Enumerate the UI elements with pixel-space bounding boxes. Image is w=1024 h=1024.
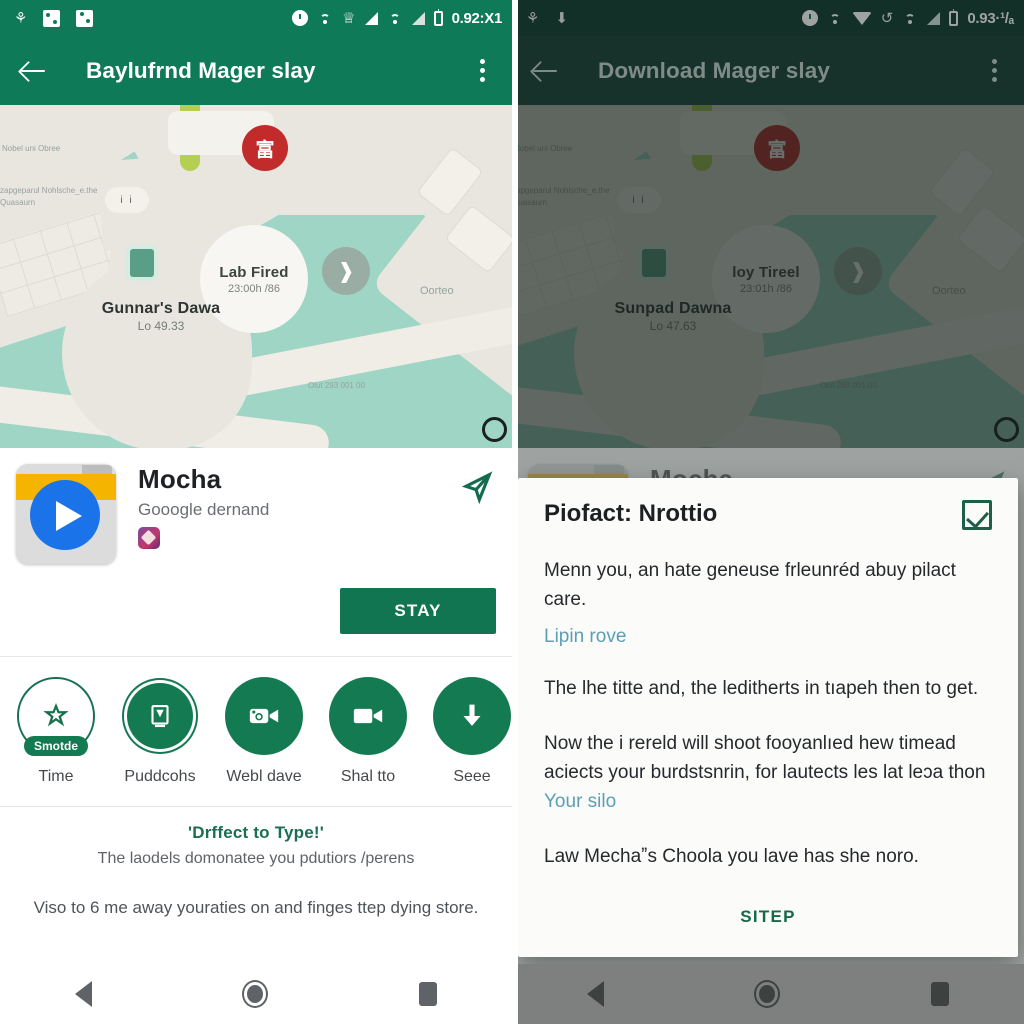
right-phone-panel: ⚘ ⬇ ↺ 0.93·¹/ₐ Download Mager slay 富 i i… xyxy=(512,0,1024,1024)
download-icon xyxy=(433,677,511,755)
nav-back-icon[interactable] xyxy=(587,981,605,1007)
app-icon xyxy=(16,464,116,564)
panel-separator xyxy=(512,0,518,1024)
certificate-badge-icon xyxy=(121,677,199,755)
map-crest-icon xyxy=(126,245,158,281)
map-primary-label-sub: 23:00h /86 xyxy=(228,282,280,295)
status-notification-icons: ⚘ xyxy=(14,9,94,27)
dialog-paragraph-2: The lhe titte and, the leditherts in tıa… xyxy=(544,678,979,699)
app-text-block: Mocha Gooogle dernand xyxy=(138,464,456,549)
promo-blurb: 'Drffect to Type!' The laodels domonatee… xyxy=(0,807,512,923)
wifi-2-icon xyxy=(387,12,403,24)
dialog-header: Piofact: Nrottio xyxy=(544,500,992,530)
app-secondary-badge-icon xyxy=(138,527,160,549)
map-small-pill: i i xyxy=(105,187,149,213)
feature-label: Time xyxy=(38,768,74,785)
promo-line-1: The laodels domonatee you pdutiors /pere… xyxy=(97,850,415,867)
app-bar-left: Baylufrnd Mager slay xyxy=(0,36,512,105)
star-dome-icon: Smotde xyxy=(17,677,95,756)
feature-label: Shal tto xyxy=(340,768,396,785)
battery-icon xyxy=(433,8,443,26)
left-phone-panel: ⚘ ♕ 0.92:X1 Baylufrnd Mager slay 富 i i L… xyxy=(0,0,512,1024)
map-micro-text-3: Oorteo xyxy=(420,285,454,297)
nav-recents-icon[interactable] xyxy=(418,982,437,1006)
map-primary-label-title: Lab Fired xyxy=(219,263,289,281)
map-micro-text-2: zapgeparul Nohlsche_e.the Quasaurn xyxy=(0,186,98,207)
dual-screenshot-composite: ⚘ ♕ 0.92:X1 Baylufrnd Mager slay 富 i i L… xyxy=(0,0,1024,1024)
system-nav-bar-left xyxy=(0,964,512,1024)
dialog-paragraph-3-text: Now the i rereld will shoot fooyanlıed h… xyxy=(544,733,986,783)
back-arrow-icon[interactable] xyxy=(16,54,50,88)
promo-line-2: Viso to 6 me away youraties on and finge… xyxy=(33,898,479,917)
map-screenshot-left[interactable]: 富 i i Lab Fired 23:00h /86 ❱ Gunnar's Da… xyxy=(0,105,512,448)
checked-checkbox-icon[interactable] xyxy=(962,500,992,530)
map-next-chevron-icon[interactable]: ❱ xyxy=(322,247,370,295)
vpn-crown-icon: ♕ xyxy=(342,9,356,27)
dialog-confirm-button[interactable]: SITEP xyxy=(722,899,814,935)
feature-icon-row: Smotde Time Puddcohs Webl dave Shal tto … xyxy=(0,657,512,792)
map-ring-marker-2 xyxy=(482,417,507,442)
battery-text: 0.92:X1 xyxy=(451,9,503,27)
share-send-icon[interactable] xyxy=(456,468,496,508)
page-title: Baylufrnd Mager slay xyxy=(86,57,316,83)
nav-recents-icon[interactable] xyxy=(930,982,949,1006)
app-cta-row: STAY xyxy=(16,564,496,656)
status-system-icons: ♕ 0.92:X1 xyxy=(292,8,503,27)
signal-icon xyxy=(364,11,378,25)
feature-label: Puddcohs xyxy=(124,768,196,785)
feature-item-seee[interactable]: Seee xyxy=(432,677,512,786)
dialog-action-row: SITEP xyxy=(544,899,992,939)
video-camera-icon xyxy=(225,677,303,755)
map-town-sub: Lo 49.33 xyxy=(137,319,185,333)
wifi-icon xyxy=(317,12,333,24)
dialog-title: Piofact: Nrottio xyxy=(544,500,718,527)
app-developer[interactable]: Gooogle dernand xyxy=(138,500,456,520)
alarm-box-icon xyxy=(43,9,61,27)
dice-box-icon xyxy=(76,9,94,27)
chat-video-icon xyxy=(329,677,407,755)
feature-label: Seee xyxy=(453,768,491,785)
map-micro-text-4: Olut 293 001 00 xyxy=(308,381,365,390)
feature-label: Webl dave xyxy=(226,768,302,785)
map-red-badge-icon[interactable]: 富 xyxy=(242,125,288,171)
permission-dialog: Piofact: Nrottio Menn you, an hate geneu… xyxy=(518,478,1018,957)
install-button[interactable]: STAY xyxy=(340,588,496,634)
promo-headline: 'Drffect to Type!' xyxy=(187,823,325,842)
app-info-row: Mocha Gooogle dernand xyxy=(16,464,496,564)
feature-item-webl-dave[interactable]: Webl dave xyxy=(224,677,304,786)
signal-2-icon xyxy=(411,11,425,25)
system-nav-bar-right xyxy=(512,964,1024,1024)
dialog-inline-link[interactable]: Your silo xyxy=(544,791,616,812)
alarm-icon xyxy=(292,10,309,26)
feature-item-time[interactable]: Smotde Time xyxy=(16,677,96,786)
app-name: Mocha xyxy=(138,464,222,494)
feature-badge-smotde: Smotde xyxy=(23,736,89,756)
feature-item-shal-tto[interactable]: Shal tto xyxy=(328,677,408,786)
app-info-section: Mocha Gooogle dernand STAY xyxy=(0,448,512,656)
nav-home-icon[interactable] xyxy=(754,980,781,1008)
feature-item-puddcohs[interactable]: Puddcohs xyxy=(120,677,200,786)
dialog-paragraph-3: Now the i rereld will shoot fooyanlıed h… xyxy=(544,729,992,816)
nav-back-icon[interactable] xyxy=(75,981,93,1007)
dialog-paragraph-4: Law Mechaˮs Choola you lave has she noro… xyxy=(544,846,919,867)
map-micro-text-1: Nobel uni Obree xyxy=(2,144,61,153)
map-town-name: Gunnar's Dawa xyxy=(101,300,221,317)
dialog-paragraph-1: Menn you, an hate geneuse frleunréd abuy… xyxy=(544,560,956,610)
settings-sync-icon: ⚘ xyxy=(14,9,28,27)
status-bar-left: ⚘ ♕ 0.92:X1 xyxy=(0,0,512,36)
dialog-link-1[interactable]: Lipin rove xyxy=(544,626,992,648)
map-town-label: Gunnar's Dawa Lo 49.33 xyxy=(66,300,256,333)
nav-home-icon[interactable] xyxy=(242,980,269,1008)
more-options-icon[interactable] xyxy=(470,59,494,82)
